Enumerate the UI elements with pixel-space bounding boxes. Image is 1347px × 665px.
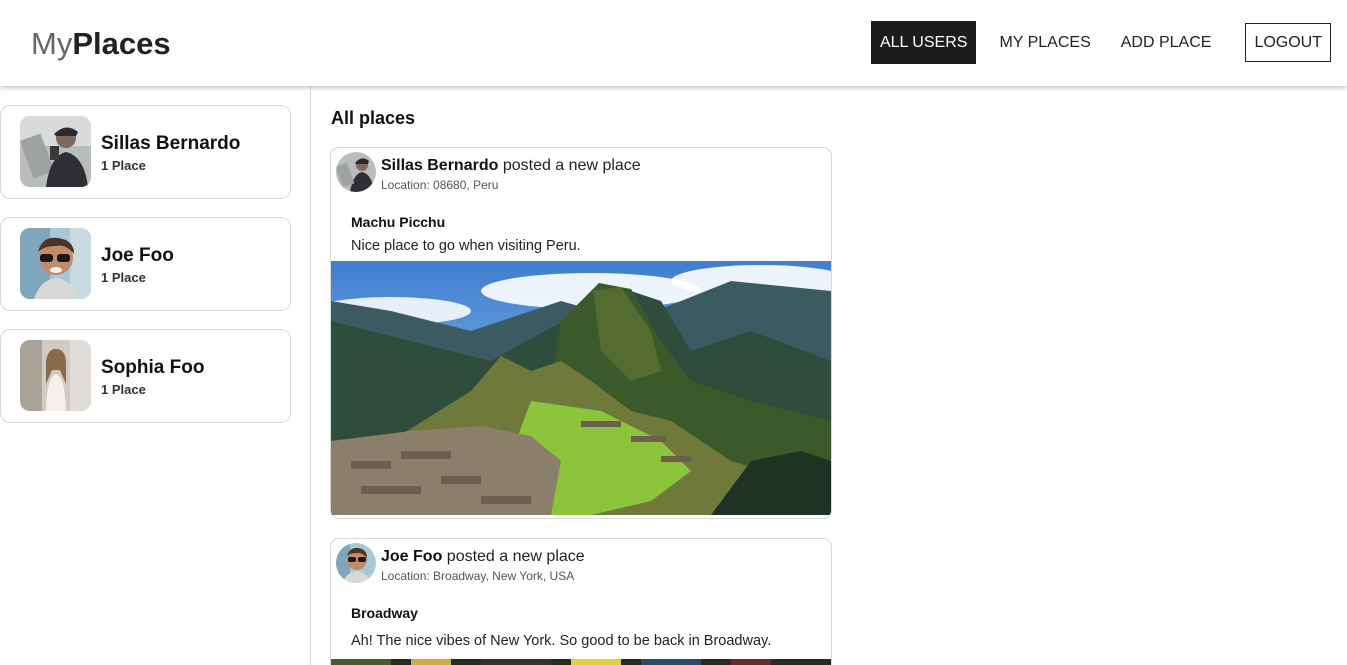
- post-place-image[interactable]: [331, 659, 831, 665]
- app-logo[interactable]: MyPlaces: [31, 26, 171, 62]
- user-avatar: [20, 116, 91, 187]
- nav-all-users[interactable]: ALL USERS: [870, 21, 977, 64]
- user-card[interactable]: Sophia Foo 1 Place: [0, 329, 291, 423]
- sidebar-divider: [310, 86, 311, 665]
- post-place-image[interactable]: [331, 261, 831, 515]
- post-headline: Joe Foo posted a new place: [381, 548, 585, 566]
- logo-name: Places: [72, 26, 171, 61]
- place-post: Sillas Bernardo posted a new place Locat…: [330, 147, 832, 519]
- user-place-count: 1 Place: [101, 270, 146, 285]
- post-headline: Sillas Bernardo posted a new place: [381, 157, 641, 175]
- app-header: MyPlaces ALL USERS MY PLACES ADD PLACE L…: [0, 0, 1347, 86]
- user-place-count: 1 Place: [101, 382, 146, 397]
- user-name: Sillas Bernardo: [101, 133, 241, 154]
- main-nav: ALL USERS MY PLACES ADD PLACE LOGOUT: [870, 21, 1331, 64]
- user-card[interactable]: Joe Foo 1 Place: [0, 217, 291, 311]
- user-place-count: 1 Place: [101, 158, 146, 173]
- logo-prefix: My: [31, 26, 73, 61]
- user-card[interactable]: Sillas Bernardo 1 Place: [0, 105, 291, 199]
- post-place-title: Machu Picchu: [351, 214, 446, 230]
- nav-my-places[interactable]: MY PLACES: [990, 21, 1099, 64]
- user-avatar: [20, 228, 91, 299]
- post-place-title: Broadway: [351, 605, 418, 621]
- user-name: Joe Foo: [101, 245, 174, 266]
- post-place-description: Ah! The nice vibes of New York. So good …: [351, 633, 772, 649]
- post-location: Location: Broadway, New York, USA: [381, 569, 575, 583]
- post-author-avatar[interactable]: [336, 152, 376, 192]
- post-author-name[interactable]: Sillas Bernardo: [381, 157, 498, 174]
- post-action-text: posted a new place: [498, 157, 641, 174]
- post-action-text: posted a new place: [442, 548, 585, 565]
- users-sidebar: Sillas Bernardo 1 Place Joe Foo 1 Place: [0, 86, 310, 665]
- post-author-name[interactable]: Joe Foo: [381, 548, 442, 565]
- user-name: Sophia Foo: [101, 357, 205, 378]
- user-avatar: [20, 340, 91, 411]
- page-title: All places: [331, 108, 416, 128]
- post-author-avatar[interactable]: [336, 543, 376, 583]
- post-location: Location: 08680, Peru: [381, 178, 499, 192]
- logout-button[interactable]: LOGOUT: [1245, 23, 1331, 62]
- post-place-description: Nice place to go when visiting Peru.: [351, 238, 581, 254]
- nav-add-place[interactable]: ADD PLACE: [1112, 21, 1221, 64]
- place-post: Joe Foo posted a new place Location: Bro…: [330, 538, 832, 665]
